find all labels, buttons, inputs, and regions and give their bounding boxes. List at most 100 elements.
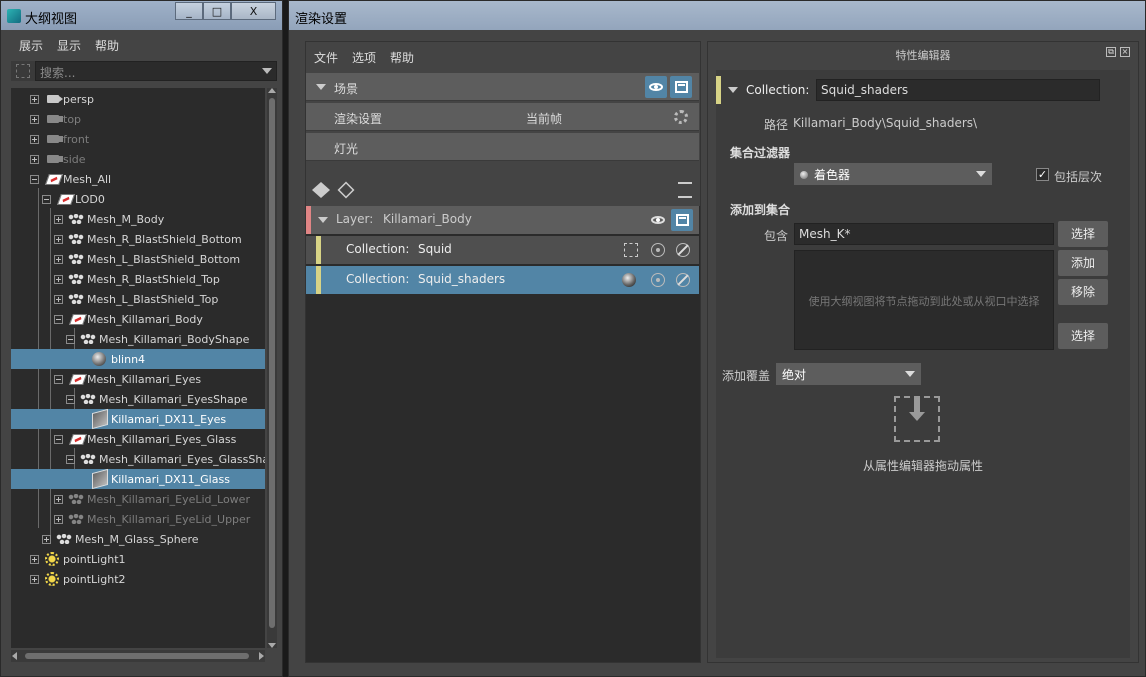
minimize-button[interactable]: _	[175, 2, 203, 20]
expand-icon[interactable]	[30, 115, 39, 124]
float-panel-icon[interactable]: ⧉	[1106, 47, 1116, 57]
outliner-item-mesh[interactable]: Mesh_Killamari_EyesShape	[11, 389, 265, 409]
outliner-vertical-scrollbar[interactable]	[267, 88, 277, 648]
collapse-icon[interactable]	[66, 335, 75, 344]
collection-name-field[interactable]: Squid_shaders	[816, 79, 1100, 101]
menu-file[interactable]: 文件	[314, 49, 338, 66]
collapse-arrow-icon[interactable]	[728, 87, 738, 93]
maximize-button[interactable]: □	[203, 2, 231, 20]
expand-icon[interactable]	[54, 295, 63, 304]
scroll-left-icon[interactable]	[12, 652, 17, 660]
collapse-icon[interactable]	[54, 375, 63, 384]
lights-row[interactable]: 灯光	[306, 133, 699, 161]
close-button[interactable]: X	[231, 2, 276, 20]
close-panel-icon[interactable]: ×	[1120, 47, 1130, 57]
outliner-item-light[interactable]: pointLight1	[11, 549, 265, 569]
select-button[interactable]: 选择	[1058, 221, 1108, 247]
outliner-item-mesh[interactable]: Mesh_M_Body	[11, 209, 265, 229]
expand-icon[interactable]	[54, 215, 63, 224]
menu-display[interactable]: 展示	[19, 37, 43, 54]
outliner-item-top[interactable]: top	[11, 109, 265, 129]
outliner-item-mesh[interactable]: Mesh_Killamari_EyeLid_Upper	[11, 509, 265, 529]
include-expression-input[interactable]: Mesh_K*	[794, 223, 1054, 245]
outliner-item-mesh[interactable]: Mesh_Killamari_EyeLid_Lower	[11, 489, 265, 509]
target-icon[interactable]	[651, 243, 665, 257]
add-button[interactable]: 添加	[1058, 250, 1108, 276]
target-icon[interactable]	[651, 273, 665, 287]
collection-row-squid[interactable]: Collection: Squid	[306, 236, 699, 264]
outliner-item-mesh[interactable]: Mesh_M_Glass_Sphere	[11, 529, 265, 549]
search-filter-icon[interactable]	[11, 61, 35, 81]
outliner-item-persp[interactable]: persp	[11, 89, 265, 109]
outliner-item-group[interactable]: Mesh_Killamari_Eyes	[11, 369, 265, 389]
menu-options[interactable]: 选项	[352, 49, 376, 66]
node-drop-zone[interactable]: 使用大纲视图将节点拖动到此处或从视口中选择	[794, 250, 1054, 350]
include-hierarchy-checkbox[interactable]: ✓	[1036, 168, 1049, 181]
expand-icon[interactable]	[54, 255, 63, 264]
isolate-icon[interactable]	[624, 243, 638, 257]
layer-row[interactable]: Layer: Killamari_Body	[306, 206, 699, 234]
outliner-item-light[interactable]: pointLight2	[11, 569, 265, 589]
outliner-item-group[interactable]: Mesh_Killamari_Body	[11, 309, 265, 329]
renderable-toggle[interactable]	[670, 76, 692, 98]
override-type-dropdown[interactable]: 绝对	[776, 363, 921, 385]
collapse-icon[interactable]	[54, 435, 63, 444]
remove-button[interactable]: 移除	[1058, 279, 1108, 305]
layer-visibility-toggle[interactable]	[647, 209, 669, 231]
visibility-toggle[interactable]	[645, 76, 667, 98]
outliner-titlebar[interactable]: 大纲视图 _ □ X	[1, 1, 282, 30]
outliner-item-lod0[interactable]: LOD0	[11, 189, 265, 209]
search-dropdown-icon[interactable]	[262, 68, 272, 74]
scrollbar-thumb[interactable]	[25, 653, 249, 659]
collection-filter-dropdown[interactable]: 着色器	[794, 163, 992, 185]
collapse-arrow-icon[interactable]	[316, 84, 326, 90]
expand-icon[interactable]	[42, 535, 51, 544]
check-list-icon[interactable]	[678, 182, 692, 198]
collapse-arrow-icon[interactable]	[318, 217, 328, 223]
outliner-item-shading-group[interactable]: Killamari_DX11_Glass	[11, 468, 265, 490]
collapse-icon[interactable]	[66, 455, 75, 464]
scroll-right-icon[interactable]	[259, 652, 264, 660]
menu-show[interactable]: 显示	[57, 37, 81, 54]
expand-icon[interactable]	[30, 555, 39, 564]
gear-icon[interactable]	[674, 110, 688, 124]
expand-icon[interactable]	[54, 275, 63, 284]
outliner-item-front[interactable]: front	[11, 129, 265, 149]
outliner-item-mesh[interactable]: Mesh_Killamari_BodyShape	[11, 329, 265, 349]
outliner-item-group[interactable]: Mesh_Killamari_Eyes_Glass	[11, 429, 265, 449]
outliner-search-input[interactable]: 搜索...	[35, 61, 277, 81]
render-setup-titlebar[interactable]: 渲染设置	[289, 1, 1145, 30]
create-collection-icon[interactable]	[337, 181, 355, 199]
outliner-item-mesh[interactable]: Mesh_L_BlastShield_Top	[11, 289, 265, 309]
scroll-up-icon[interactable]	[268, 88, 276, 93]
disable-icon[interactable]	[676, 273, 690, 287]
expand-icon[interactable]	[30, 135, 39, 144]
collapse-icon[interactable]	[66, 395, 75, 404]
select-members-button[interactable]: 选择	[1058, 323, 1108, 349]
outliner-item-mesh[interactable]: Mesh_R_BlastShield_Top	[11, 269, 265, 289]
outliner-item-mesh[interactable]: Mesh_L_BlastShield_Bottom	[11, 249, 265, 269]
scroll-down-icon[interactable]	[268, 643, 276, 648]
menu-help[interactable]: 帮助	[95, 37, 119, 54]
create-layer-icon[interactable]	[312, 182, 330, 198]
menu-help[interactable]: 帮助	[390, 49, 414, 66]
scene-row[interactable]: 场景	[306, 73, 699, 101]
layer-renderable-toggle[interactable]	[671, 209, 693, 231]
outliner-horizontal-scrollbar[interactable]	[11, 650, 265, 662]
collapse-icon[interactable]	[54, 315, 63, 324]
outliner-item-mesh[interactable]: Mesh_Killamari_Eyes_GlassShape	[11, 449, 265, 469]
expand-icon[interactable]	[30, 155, 39, 164]
expand-icon[interactable]	[54, 235, 63, 244]
outliner-item-mesh[interactable]: Mesh_R_BlastShield_Bottom	[11, 229, 265, 249]
scrollbar-thumb[interactable]	[269, 98, 275, 628]
collapse-icon[interactable]	[30, 175, 39, 184]
render-settings-row[interactable]: 渲染设置 当前帧	[306, 103, 699, 131]
outliner-item-material[interactable]: blinn4	[11, 349, 265, 369]
expand-icon[interactable]	[30, 95, 39, 104]
collapse-icon[interactable]	[42, 195, 51, 204]
outliner-item-shading-group[interactable]: Killamari_DX11_Eyes	[11, 408, 265, 430]
expand-icon[interactable]	[54, 495, 63, 504]
outliner-item-side[interactable]: side	[11, 149, 265, 169]
disable-icon[interactable]	[676, 243, 690, 257]
outliner-item-mesh-all[interactable]: Mesh_All	[11, 169, 265, 189]
